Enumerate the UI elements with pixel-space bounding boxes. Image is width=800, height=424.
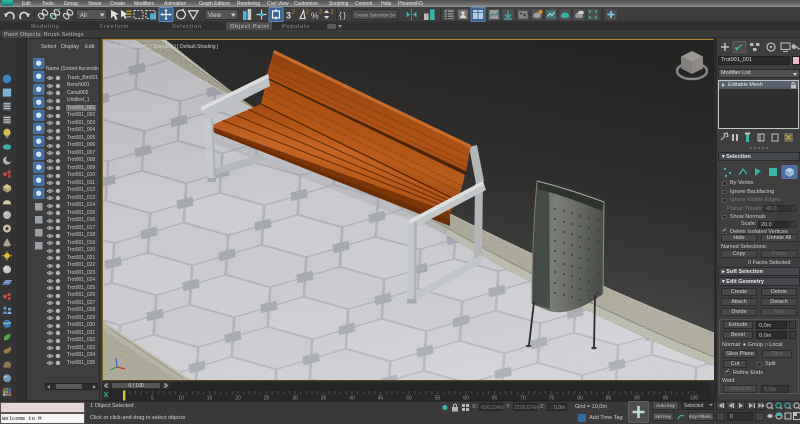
svg-text:View: View: [208, 13, 222, 19]
svg-text:2: 2: [306, 10, 309, 16]
svg-text:2: 2: [292, 10, 295, 16]
svg-text:2: 2: [331, 10, 334, 16]
svg-text:All: All: [80, 13, 87, 19]
svg-text:{ }: { }: [339, 11, 346, 20]
svg-text:%: %: [311, 11, 319, 21]
svg-text:Create Selection Se: Create Selection Se: [355, 13, 396, 18]
svg-text:2: 2: [319, 10, 322, 16]
svg-text:3: 3: [286, 11, 291, 21]
svg-text:[ + ] [ Perspective ] [ Standa: [ + ] [ Perspective ] [ Standard ] [ Def…: [107, 44, 219, 50]
